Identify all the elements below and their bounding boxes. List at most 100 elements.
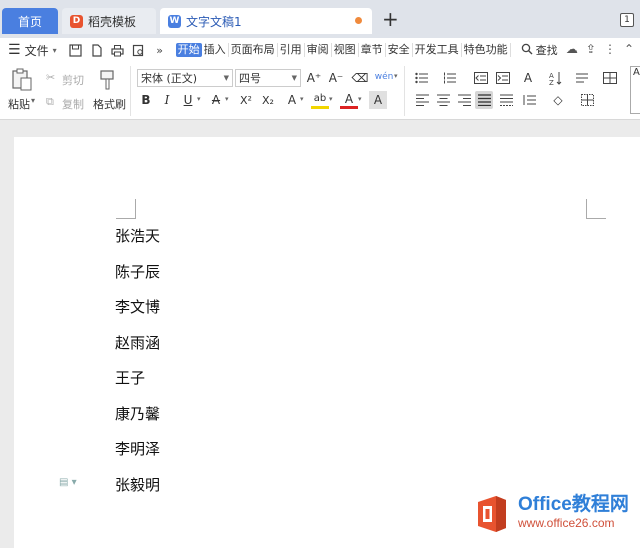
tab-references[interactable]: 引用 [278,43,305,57]
decrease-indent-icon[interactable] [472,69,490,87]
docer-logo-icon: D [70,14,83,28]
menu-bar: ☰ 文件 ▾ » 开始 插入 页面布局 引用 审阅 视图 章节 安全 开发工具 … [0,38,640,62]
numbered-list-icon[interactable] [441,69,459,87]
shading-fill-icon[interactable]: ◇ [549,91,567,109]
chevron-down-icon[interactable]: ▾ [358,95,362,103]
chevron-down-icon[interactable]: ▾ [300,95,304,103]
increase-indent-icon[interactable] [494,69,512,87]
bold-button[interactable]: B [137,91,155,109]
more-quick-icon[interactable]: » [151,42,169,58]
site-watermark: Office教程网 www.office26.com [472,494,629,534]
text-direction-icon[interactable]: A [519,69,537,87]
tab-section[interactable]: 章节 [359,43,386,57]
align-right-icon[interactable] [455,91,473,109]
paragraph-line[interactable]: 王子 [115,367,160,403]
writer-doc-icon: W [168,14,181,28]
chevron-down-icon[interactable]: ▾ [394,72,398,80]
font-name-select[interactable]: 宋体 (正文) ▼ [137,69,233,87]
hamburger-icon: ☰ [8,42,21,58]
tab-start[interactable]: 开始 [175,43,202,57]
styles-gallery-edge[interactable]: A [630,66,640,114]
tab-templates-label: 稻壳模板 [88,14,137,29]
watermark-title-zh: 教程网 [571,494,629,515]
paragraph-line[interactable]: 陈子辰 [115,261,160,297]
subscript-button[interactable]: X₂ [259,91,277,109]
paragraph-handle-icon[interactable]: ▤ ▾ [59,477,77,488]
chevron-down-icon[interactable]: ▾ [197,95,201,103]
save-icon[interactable] [67,42,85,58]
new-tab-button[interactable]: + [382,9,399,29]
borders-icon[interactable] [578,91,596,109]
document-page[interactable]: 张浩天 陈子辰 李文博 赵雨涵 王子 康乃馨 李明泽 张毅明 ▤ ▾ [14,137,640,548]
chevron-down-icon[interactable]: ▾ [225,95,229,103]
italic-button[interactable]: I [158,91,176,109]
search-label: 查找 [535,44,558,57]
tab-bar: 首页 D 稻壳模板 W 文字文稿1 + 1 [0,0,640,38]
distributed-align-icon[interactable] [497,91,515,109]
cloud-sync-icon[interactable]: ☁ [566,42,578,56]
grow-font-button[interactable]: A⁺ [305,69,323,87]
highlight-button[interactable]: ab [311,91,329,109]
clear-format-icon[interactable]: ⌫ [351,69,369,87]
search-button[interactable]: 查找 [521,42,558,58]
line-spacing-icon[interactable] [573,69,591,87]
paragraph-line[interactable]: 赵雨涵 [115,332,160,368]
file-menu-label: 文件 [24,43,49,58]
paste-button[interactable] [9,67,35,93]
paragraph-line[interactable]: 张浩天 [115,225,160,261]
window-count-badge[interactable]: 1 [620,13,634,27]
watermark-text: Office教程网 www.office26.com [518,494,629,532]
shrink-font-button[interactable]: A⁻ [327,69,345,87]
paragraph-line[interactable]: 李明泽 [115,438,160,474]
paragraph-line[interactable]: 张毅明 [115,474,160,510]
separator [130,66,131,116]
strikethrough-button[interactable]: A [207,91,225,109]
superscript-button[interactable]: X² [237,91,255,109]
more-options-icon[interactable]: ⋮ [604,42,616,56]
sort-icon[interactable]: AZ [547,69,565,87]
tab-insert[interactable]: 插入 [202,43,229,57]
underline-button[interactable]: U [179,91,197,109]
font-color-button[interactable]: A [340,91,358,109]
tab-home[interactable]: 首页 [2,8,58,34]
table-grid-icon[interactable] [601,69,619,87]
tab-templates[interactable]: D 稻壳模板 [62,8,156,34]
bullet-list-icon[interactable] [413,69,431,87]
clipboard-icon [11,67,33,94]
ribbon-tabs: 开始 插入 页面布局 引用 审阅 视图 章节 安全 开发工具 特色功能 [175,43,511,57]
tab-review[interactable]: 审阅 [305,43,332,57]
print-icon[interactable] [109,42,127,58]
paragraph-line[interactable]: 李文博 [115,296,160,332]
share-icon[interactable]: ⇪ [586,42,596,56]
align-left-icon[interactable] [413,91,431,109]
font-name-value: 宋体 (正文) [141,72,198,85]
document-body[interactable]: 张浩天 陈子辰 李文博 赵雨涵 王子 康乃馨 李明泽 张毅明 [115,225,160,509]
paste-dropdown-icon[interactable]: ▾ [31,96,35,105]
justify-icon[interactable] [475,91,493,109]
align-center-icon[interactable] [434,91,452,109]
tab-features[interactable]: 特色功能 [462,43,511,57]
char-shading-button[interactable]: A [369,91,387,109]
file-menu-button[interactable]: ☰ 文件 ▾ [0,42,57,59]
chevron-down-icon[interactable]: ▾ [329,95,333,103]
pinyin-guide-button[interactable]: wén [375,68,394,86]
tab-document[interactable]: W 文字文稿1 [160,8,372,34]
format-painter-button[interactable]: 格式刷 [93,96,126,112]
paste-label[interactable]: 粘贴 [8,96,30,112]
tab-home-label: 首页 [17,14,42,29]
tab-security[interactable]: 安全 [386,43,413,57]
tab-developer[interactable]: 开发工具 [413,43,462,57]
separator [404,66,405,116]
tab-page-layout[interactable]: 页面布局 [229,43,278,57]
font-size-select[interactable]: 四号 ▼ [235,69,301,87]
copy-button[interactable]: 复制 [62,96,84,112]
cut-button[interactable]: 剪切 [62,72,84,88]
copy-icon: ⧉ [46,95,54,108]
export-pdf-icon[interactable] [88,42,106,58]
paragraph-spacing-icon[interactable] [520,91,538,109]
print-preview-icon[interactable] [130,42,148,58]
paragraph-line[interactable]: 康乃馨 [115,403,160,439]
text-effect-button[interactable]: A [283,91,301,109]
tab-view[interactable]: 视图 [332,43,359,57]
collapse-ribbon-icon[interactable]: ⌃ [624,42,634,56]
